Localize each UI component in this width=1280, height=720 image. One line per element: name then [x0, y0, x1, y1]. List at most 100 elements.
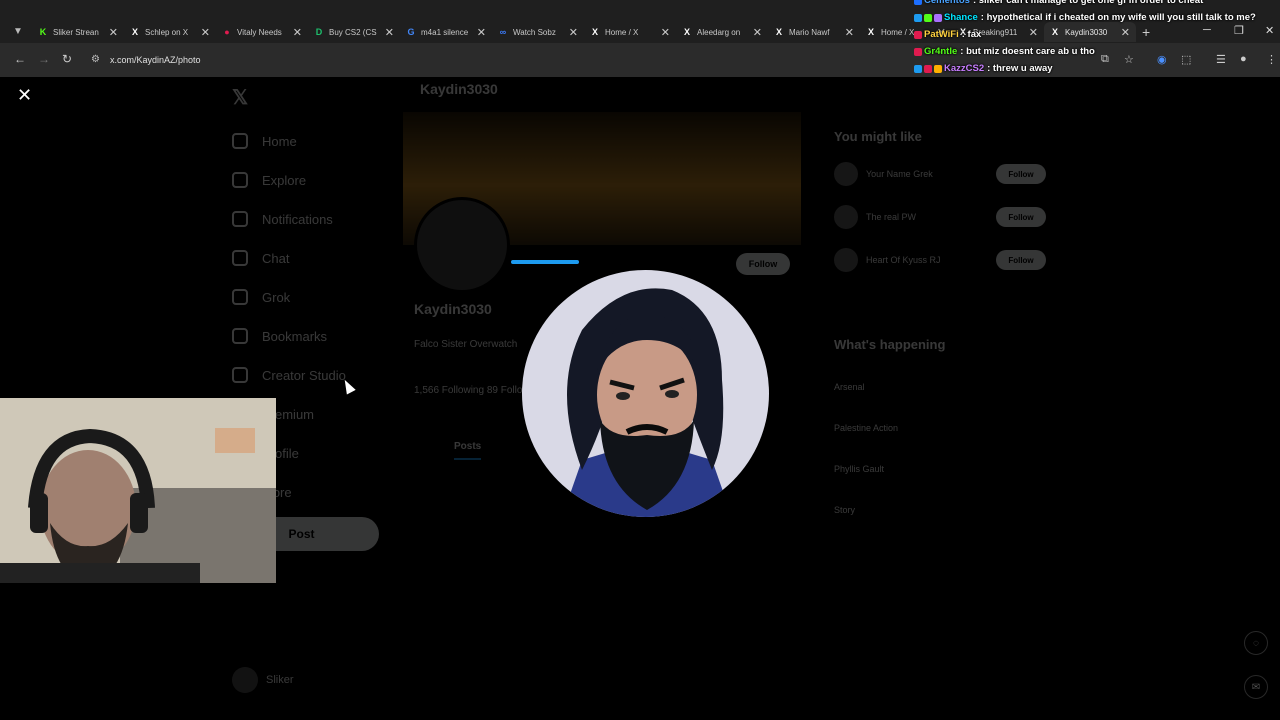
- suggestion-name: Your Name Grek: [866, 169, 933, 179]
- chat-badge-icon: [934, 13, 942, 22]
- suggestion-name: Heart Of Kyuss RJ: [866, 255, 941, 265]
- reload-icon[interactable]: ↻: [62, 52, 72, 66]
- sidebar-item-bookmarks[interactable]: Bookmarks: [232, 328, 327, 344]
- chat-message: Shance: hypothetical if i cheated on my …: [914, 9, 1280, 26]
- chat-username: PatWiFi: [924, 29, 959, 40]
- tab-favicon-icon: G: [407, 27, 415, 37]
- sidebar-item-label: Home: [262, 133, 297, 149]
- back-arrow-icon[interactable]: ←: [14, 52, 26, 66]
- tab-label: m4a1 silence: [421, 27, 469, 37]
- tab-favicon-icon: X: [591, 27, 598, 37]
- sidebar-item-grok[interactable]: Grok: [232, 289, 290, 305]
- trend-item[interactable]: Phyllis Gault: [834, 464, 884, 474]
- tab-close-icon[interactable]: ✕: [109, 26, 118, 39]
- tab-close-icon[interactable]: ✕: [845, 26, 854, 39]
- profile-header-name: Kaydin3030: [420, 81, 498, 97]
- tab-posts[interactable]: Posts: [454, 441, 482, 460]
- browser-tab[interactable]: ● Vitaly Needs ✕: [216, 22, 308, 42]
- browser-tab[interactable]: ∞ Watch Sobz ✕: [492, 22, 584, 42]
- suggestion-row[interactable]: The real PW Follow: [834, 204, 1046, 230]
- chat-badge-icon: [914, 64, 922, 73]
- chat-badge-icon: [914, 0, 922, 5]
- follow-button[interactable]: Follow: [736, 253, 790, 275]
- sidebar-item-label: Grok: [262, 289, 291, 305]
- follow-button[interactable]: Follow: [996, 207, 1046, 227]
- chat-username: Gr4ntle: [924, 46, 958, 57]
- follow-button[interactable]: Follow: [996, 250, 1046, 270]
- forward-arrow-icon[interactable]: →: [38, 52, 50, 66]
- browser-tab[interactable]: X Home / X ✕: [584, 22, 676, 42]
- chat-message: KazzCS2: threw u away: [914, 60, 1280, 77]
- tab-favicon-icon: X: [131, 27, 138, 37]
- chat-badge-icon: [924, 64, 932, 73]
- tab-favicon-icon: D: [315, 27, 323, 37]
- nav-icon: [232, 211, 248, 227]
- profile-avatar[interactable]: [414, 197, 510, 293]
- site-info-icon[interactable]: ⚙: [91, 54, 100, 65]
- chat-badge-icon: [914, 47, 922, 56]
- trend-item[interactable]: Story: [834, 505, 855, 515]
- nav-icon: [232, 289, 248, 305]
- sidebar-item-label: Bookmarks: [262, 328, 328, 344]
- chat-badge-icon: [934, 64, 942, 73]
- sidebar-item-notifications[interactable]: Notifications: [232, 211, 333, 227]
- browser-tab[interactable]: X Mario Nawf ✕: [768, 22, 860, 42]
- browser-tab[interactable]: X Schlep on X ✕: [124, 22, 216, 42]
- suggestion-row[interactable]: Heart Of Kyuss RJ Follow: [834, 247, 1046, 273]
- profile-name: Kaydin3030: [414, 301, 492, 317]
- sidebar-item-explore[interactable]: Explore: [232, 172, 306, 188]
- browser-tab[interactable]: K Sliker Strean ✕: [32, 22, 124, 42]
- chat-text: : sliker can't manage to get one gf in o…: [972, 0, 1204, 6]
- grok-icon[interactable]: ◌: [1244, 631, 1268, 655]
- tab-label: Mario Nawf: [789, 27, 830, 37]
- tab-favicon-icon: X: [867, 27, 874, 37]
- sidebar-item-home[interactable]: Home: [232, 133, 297, 149]
- chat-text: : hypothetical if i cheated on my wife w…: [980, 12, 1256, 23]
- x-logo-icon[interactable]: 𝕏: [232, 85, 248, 110]
- browser-tab[interactable]: Gm4a1 silence ✕: [400, 22, 492, 42]
- trend-item[interactable]: Arsenal: [834, 382, 865, 392]
- avatar: [834, 248, 858, 272]
- tab-close-icon[interactable]: ✕: [293, 26, 302, 39]
- tab-label: Home / X: [605, 27, 639, 37]
- chat-text: : but miz doesnt care ab u tho: [960, 46, 1095, 57]
- chat-username: Cementos: [924, 0, 970, 6]
- avatar: [834, 162, 858, 186]
- nav-icon: [232, 133, 248, 149]
- tab-favicon-icon: ●: [224, 27, 230, 37]
- trend-item[interactable]: Palestine Action: [834, 423, 898, 433]
- account-switcher[interactable]: Sliker: [232, 667, 294, 693]
- account-name: Sliker: [266, 674, 294, 686]
- streamer-webcam: [0, 398, 276, 583]
- tab-label: Buy CS2 (CS: [329, 27, 377, 37]
- tab-close-icon[interactable]: ✕: [201, 26, 210, 39]
- sidebar-item-label: Explore: [262, 172, 307, 188]
- chat-badge-icon: [924, 13, 932, 22]
- tab-close-icon[interactable]: ✕: [753, 26, 762, 39]
- avatar: [834, 205, 858, 229]
- messages-icon[interactable]: ✉: [1244, 675, 1268, 699]
- tab-favicon-icon: K: [39, 27, 47, 37]
- suggestion-row[interactable]: Your Name Grek Follow: [834, 161, 1046, 187]
- sidebar-item-chat[interactable]: Chat: [232, 250, 289, 266]
- url-bar[interactable]: x.com/KaydinAZ/photo: [110, 55, 201, 65]
- tab-close-icon[interactable]: ✕: [661, 26, 670, 39]
- sidebar-item-creator-studio[interactable]: Creator Studio: [232, 367, 346, 383]
- tab-close-icon[interactable]: ✕: [569, 26, 578, 39]
- chat-message: PatWiFi: fax: [914, 26, 1280, 43]
- close-photo-button[interactable]: ✕: [17, 85, 32, 106]
- tab-search-chevron-icon[interactable]: ▼: [10, 24, 26, 40]
- sidebar-item-label: Chat: [262, 250, 290, 266]
- tab-close-icon[interactable]: ✕: [477, 26, 486, 39]
- suggestion-name: The real PW: [866, 212, 917, 222]
- tab-label: Vitaly Needs: [237, 27, 282, 37]
- tab-label: Sliker Strean: [53, 27, 99, 37]
- tab-label: Watch Sobz: [513, 27, 556, 37]
- follow-button[interactable]: Follow: [996, 164, 1046, 184]
- chat-message: Gr4ntle: but miz doesnt care ab u tho: [914, 43, 1280, 60]
- nav-icon: [232, 367, 248, 383]
- browser-tab[interactable]: D Buy CS2 (CS ✕: [308, 22, 400, 42]
- tab-close-icon[interactable]: ✕: [385, 26, 394, 39]
- browser-tab[interactable]: X Aleedarg on ✕: [676, 22, 768, 42]
- chat-username: KazzCS2: [944, 63, 985, 74]
